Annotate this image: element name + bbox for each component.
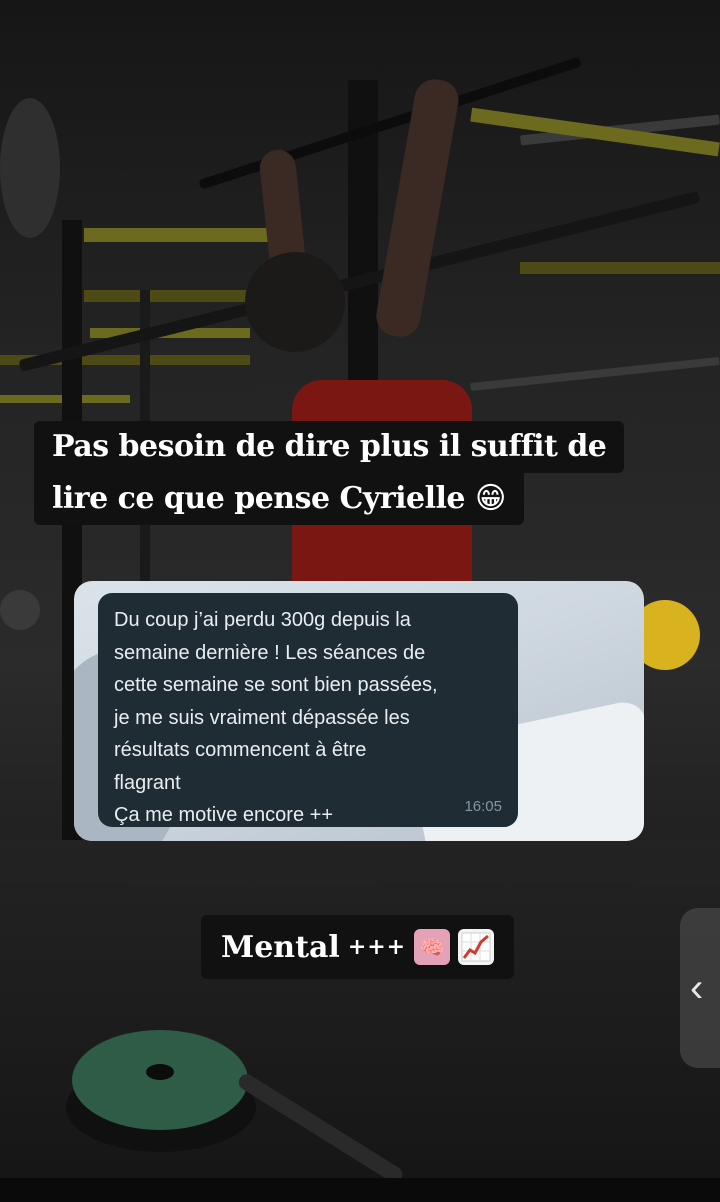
side-panel-handle[interactable]: ‹ [680,908,720,1068]
chat-message-bubble: Du coup j’ai perdu 300g depuis la semain… [98,593,518,827]
chevron-left-icon: ‹ [690,965,704,1010]
mental-tag-word: Mental [221,929,340,965]
grinning-face-emoji: 😁 [474,481,506,516]
chart-increasing-icon [458,929,495,965]
headline-line-1: Pas besoin de dire plus il suffit de [34,421,625,473]
chat-message-time: 16:05 [464,798,502,815]
brain-icon: 🧠 [414,929,451,965]
chat-screenshot-card: Du coup j’ai perdu 300g depuis la semain… [74,581,644,841]
headline-line-2: lire ce que pense Cyrielle 😁 [34,473,524,525]
story-headline: Pas besoin de dire plus il suffit de lir… [34,421,686,525]
headline-line-2-text: lire ce que pense Cyrielle [52,481,466,516]
chat-message-text: Du coup j’ai perdu 300g depuis la semain… [114,609,438,826]
mental-tag-plus: +++ [347,934,407,960]
mental-tag: Mental +++ 🧠 [201,915,515,979]
